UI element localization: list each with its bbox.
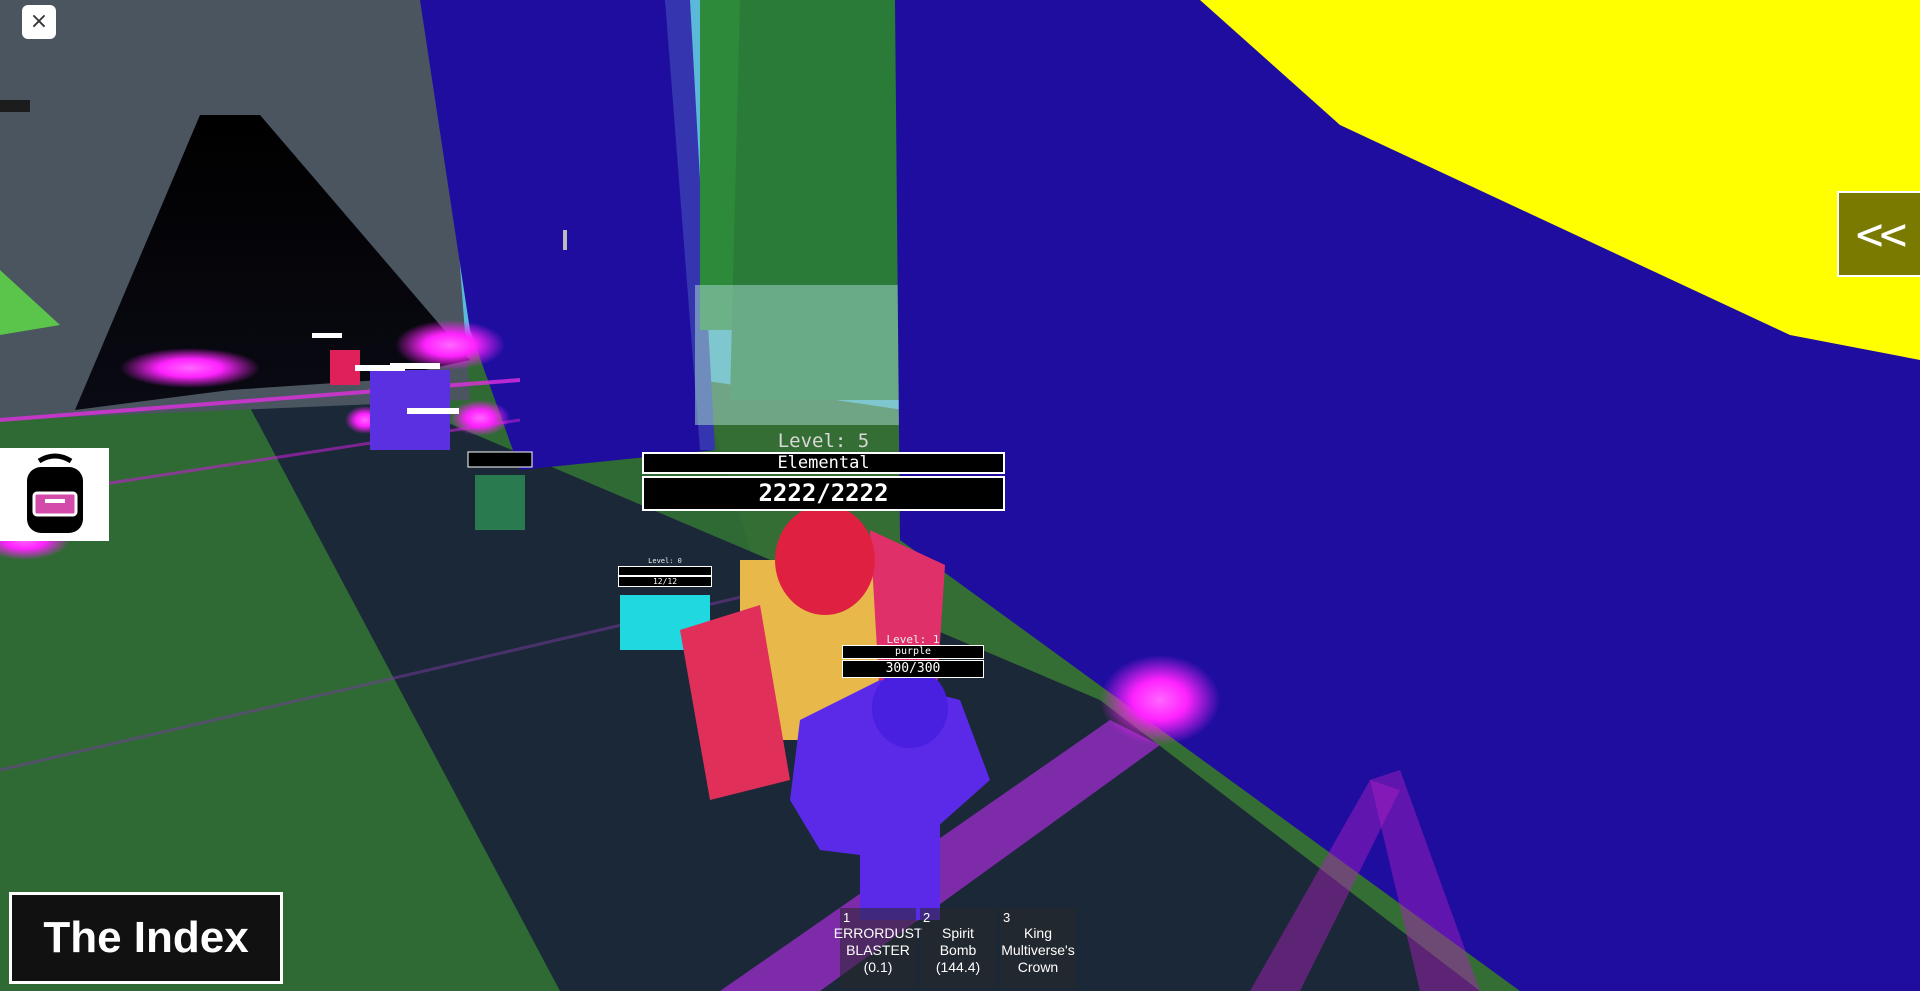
cyan-nameplate: Level: 0 12/12 (618, 557, 712, 587)
collapse-label: << (1855, 207, 1907, 261)
hotbar-slot-1[interactable]: 1 ERRORDUST BLASTER (0.1) (834, 908, 922, 988)
rock-ledge (0, 100, 30, 112)
purple-health: 300/300 (842, 660, 984, 678)
glass-panel (695, 285, 905, 425)
distant-marker (563, 230, 567, 250)
hotbar-slot-3[interactable]: 3 King Multiverse's Crown (1000, 908, 1076, 988)
collapse-panel-button[interactable]: << (1837, 191, 1920, 277)
npc-purple-legs (860, 820, 940, 920)
elemental-level: Level: 5 (777, 430, 870, 452)
npc-green (475, 475, 525, 530)
backpack-icon (14, 450, 95, 539)
neon-orb (395, 320, 505, 370)
purple-level: Level: 1 (886, 633, 940, 646)
slot-number: 1 (843, 910, 851, 925)
purple-nameplate: Level: 1 purple 300/300 (842, 634, 984, 678)
slot-number: 3 (1003, 910, 1011, 925)
elemental-head (775, 505, 875, 615)
elemental-health: 2222/2222 (642, 476, 1005, 511)
the-index-button[interactable]: The Index (9, 892, 283, 984)
slot-label: ERRORDUST BLASTER (0.1) (833, 924, 923, 975)
elemental-nameplate: Level: 5 Elemental 2222/2222 (642, 430, 1005, 511)
distant-nameplate (467, 451, 533, 468)
slot-label: King Multiverse's Crown (1001, 924, 1075, 975)
close-icon: × (29, 9, 49, 34)
hotbar-slot-2[interactable]: 2 Spirit Bomb (144.4) (920, 908, 996, 988)
neon-orb (120, 348, 260, 388)
distant-nameplate (390, 363, 440, 369)
hotbar: 1 ERRORDUST BLASTER (0.1) 2 Spirit Bomb … (834, 908, 1076, 988)
slot-label: Spirit Bomb (144.4) (935, 924, 981, 975)
close-button[interactable]: × (22, 5, 56, 39)
npc-purple-head (872, 668, 948, 748)
distant-nameplate (407, 408, 459, 414)
cyan-name (618, 566, 712, 576)
the-index-label: The Index (43, 913, 249, 962)
neon-orb (450, 400, 510, 436)
backpack-button[interactable] (0, 448, 109, 541)
elemental-name: Elemental (642, 452, 1005, 474)
distant-nameplate (312, 333, 342, 338)
purple-name: purple (842, 645, 984, 659)
cyan-level: Level: 0 (648, 557, 682, 565)
slot-number: 2 (923, 910, 931, 925)
neon-orb (1100, 655, 1220, 745)
cyan-health: 12/12 (618, 576, 712, 587)
